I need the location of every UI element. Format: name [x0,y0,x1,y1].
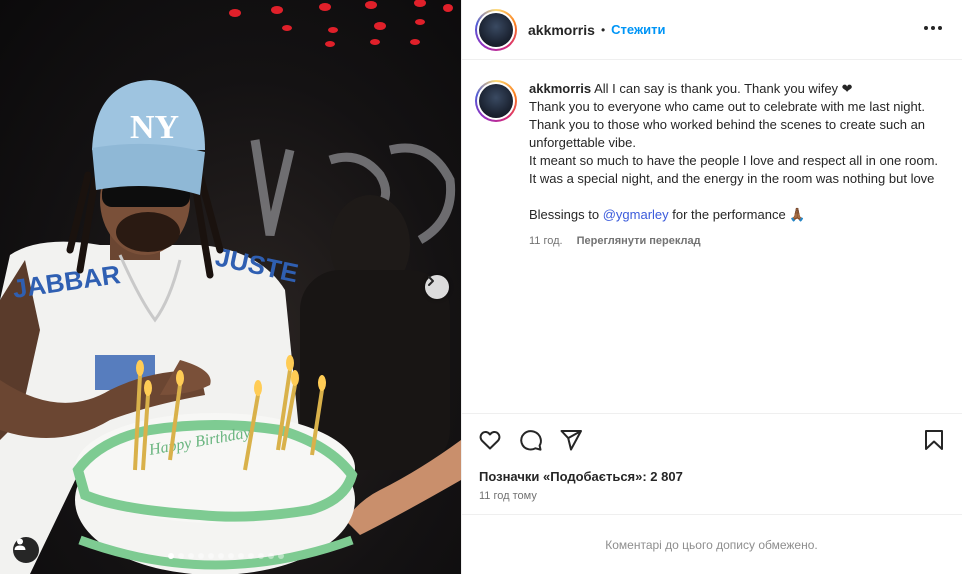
carousel-dot [178,553,184,559]
caption: akkmorris All I can say is thank you. Th… [529,80,939,413]
caption-time: 11 год. [529,235,563,247]
more-options-button[interactable] [924,20,942,36]
cap-logo: NY [130,109,179,146]
caption-username[interactable]: akkmorris [529,81,591,96]
ellipsis-icon [924,26,928,30]
carousel-dot [278,553,284,559]
user-tags-button[interactable] [13,537,39,563]
comment-button[interactable] [519,428,543,457]
likes-count[interactable]: Позначки «Подобається»: 2 807 [479,469,683,484]
carousel-indicator [168,553,284,559]
action-bar [462,413,962,471]
caption-blessings: Blessings to @ygmarley for the performan… [529,206,939,224]
carousel-dot [228,553,234,559]
caption-line-3: Thank you to those who worked behind the… [529,117,926,150]
see-translation-link[interactable]: Переглянути переклад [577,232,701,250]
comments-limited-notice: Коментарі до цього допису обмежено. [461,514,962,574]
user-tag-icon [14,538,26,550]
post-timestamp[interactable]: 11 год тому [479,490,537,502]
username-link[interactable]: akkmorris [528,22,595,38]
caption-line-1: All I can say is thank you. Thank you wi… [594,81,853,96]
blessings-prefix: Blessings to [529,207,603,222]
separator-dot: • [600,22,606,37]
like-button[interactable] [478,428,502,457]
mention-link[interactable]: @ygmarley [603,207,669,222]
carousel-dot [198,553,204,559]
heart-outline-icon [479,430,501,450]
ceiling-lights [229,0,453,47]
carousel-dot [248,553,254,559]
carousel-dot [188,553,194,559]
carousel-dot [238,553,244,559]
carousel-dot [168,553,174,559]
bookmark-icon [925,430,943,450]
carousel-dot [208,553,214,559]
follow-button[interactable]: Стежити [611,22,665,37]
caption-line-2: Thank you to everyone who came out to ce… [529,99,925,114]
caption-avatar[interactable] [475,80,517,122]
avatar[interactable] [475,8,517,51]
carousel-dot [218,553,224,559]
comment-bubble-icon [520,430,542,451]
carousel-dot [258,553,264,559]
post-side-panel: akkmorris • Стежити akkmorris All I can … [461,0,962,574]
post-header: akkmorris • Стежити [462,0,962,60]
paper-plane-icon [560,430,582,451]
share-button[interactable] [559,428,583,457]
chevron-right-icon [428,276,434,286]
caption-line-4: It meant so much to have the people I lo… [529,153,939,186]
save-button[interactable] [922,428,946,457]
carousel-dot [268,553,274,559]
post-photo[interactable]: JABBAR JUSTE NY Happy Birthday [0,0,461,574]
photo-illustration: JABBAR JUSTE NY Happy Birthday [0,0,461,574]
next-slide-button[interactable] [425,275,449,299]
caption-area: akkmorris All I can say is thank you. Th… [462,60,962,413]
blessings-suffix: for the performance 🙏🏾 [668,207,806,222]
